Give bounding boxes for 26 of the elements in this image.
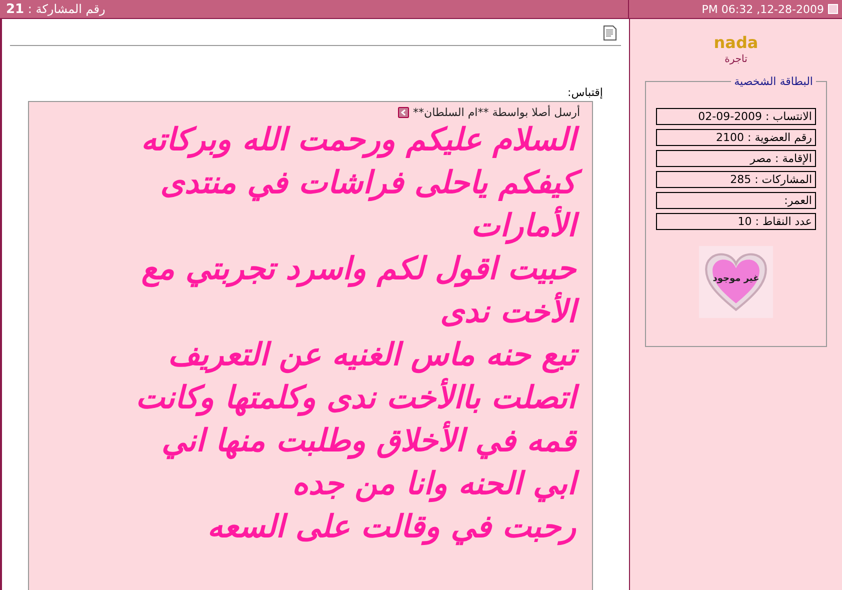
profile-card-title: البطاقة الشخصية <box>733 75 814 88</box>
quote-text-line: كيفكم ياحلى فراشات في منتدى <box>136 162 580 205</box>
profile-field: المشاركات : 285 <box>656 171 816 188</box>
quote-text-line: اتصلت باالأخت ندى وكلمتها وكانت <box>112 377 580 420</box>
quote-author: أرسل أصلا بواسطة **ام السلطان** <box>413 106 580 119</box>
post-status-icon <box>828 4 838 14</box>
quote-text-line: الأمارات <box>446 205 580 248</box>
profile-field: الإقامة : مصر <box>656 150 816 167</box>
quote-text-line: حبيت اقول لكم واسرد تجربتي مع <box>140 250 578 290</box>
quote-text-line: السلام عليكم ورحمت الله وبركاته <box>117 119 580 162</box>
document-icon <box>603 25 617 41</box>
profile-field: عدد النقاط : 10 <box>656 213 816 230</box>
user-title: تاجرة <box>724 54 748 65</box>
quote-text-line: الأخت ندى <box>416 291 580 334</box>
quote-text-line: ابي الحنه وانا من جده <box>268 463 580 506</box>
quote-text-line: تبع حنه ماس الغنيه عن التعريف <box>144 334 580 377</box>
view-post-icon[interactable] <box>398 107 410 118</box>
username-link[interactable]: nada <box>714 33 758 52</box>
quote-label: إقتباس: <box>566 86 604 99</box>
profile-field: الانتساب : 2009-09-02 <box>656 108 816 125</box>
quote-text-line: قمه في الأخلاق وطلبت منها اني <box>138 420 580 463</box>
profile-field: رقم العضوية : 2100 <box>656 129 816 146</box>
quote-text-line: رحبت في وقالت على السعه <box>206 508 577 548</box>
post-date: PM 06:32 ,12-28-2009 <box>702 2 824 16</box>
profile-field: العمر: <box>656 192 816 209</box>
offline-status-badge: غير موجود <box>699 246 773 318</box>
